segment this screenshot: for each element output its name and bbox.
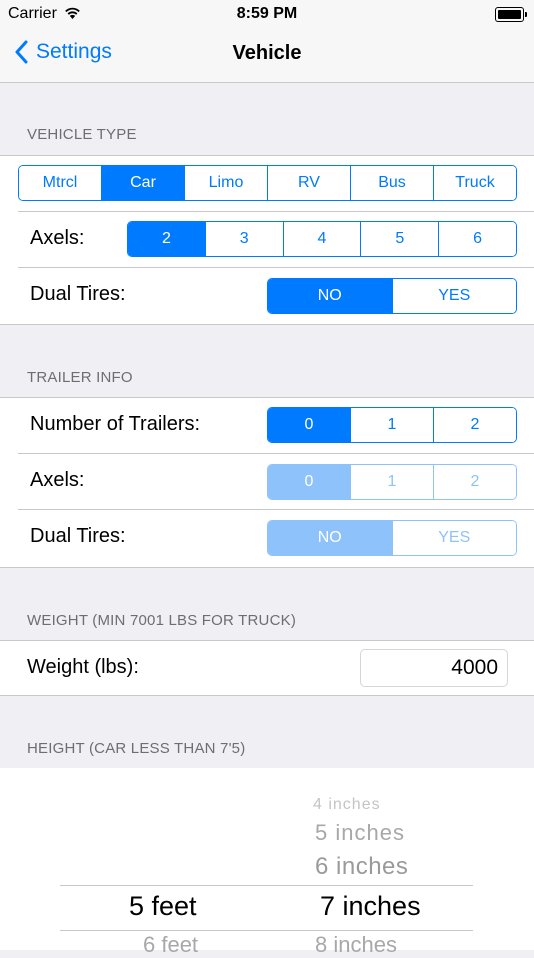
- trailer-dual-tires-label: Dual Tires:: [30, 525, 126, 547]
- trailers-segmented-control[interactable]: 012: [267, 407, 517, 443]
- trailer-dual-tires-segmented-control[interactable]: NO YES: [267, 520, 517, 556]
- trailer-dual-tires-option-no[interactable]: NO: [268, 521, 392, 555]
- vehicle-type-segmented-control[interactable]: Mtrcl Car Limo RV Bus Truck: [18, 165, 517, 201]
- trailer-axles-option-2[interactable]: 2: [433, 465, 516, 499]
- trailer-axles-segmented-control[interactable]: 012: [267, 464, 517, 500]
- axles-label: Axels:: [30, 227, 85, 249]
- trailer-axles-row: Axels: 012: [0, 454, 534, 510]
- section-header-vehicle-type: VEHICLE TYPE: [27, 126, 137, 143]
- weight-group: Weight (lbs):: [0, 640, 534, 696]
- height-picker[interactable]: 4 inches 5 inches 6 inches 5 feet 7 inch…: [0, 768, 534, 957]
- trailer-axles-label: Axels:: [30, 469, 85, 491]
- weight-input[interactable]: [360, 649, 508, 687]
- axles-option-5[interactable]: 5: [360, 222, 439, 256]
- page-title: Vehicle: [232, 42, 302, 64]
- navigation-bar: Settings Vehicle: [0, 28, 534, 83]
- inches-option-below[interactable]: 8 inches: [315, 932, 397, 958]
- trailer-axles-option-1[interactable]: 1: [350, 465, 433, 499]
- trailers-row: Number of Trailers: 012: [0, 398, 534, 454]
- trailers-option-1[interactable]: 1: [350, 408, 433, 442]
- vehicle-type-option-truck[interactable]: Truck: [433, 166, 516, 200]
- picker-selection-top-line: [60, 885, 473, 886]
- vehicle-type-option-mtrcl[interactable]: Mtrcl: [19, 166, 101, 200]
- trailers-option-0[interactable]: 0: [268, 408, 350, 442]
- vehicle-type-group: Mtrcl Car Limo RV Bus Truck Axels: 23456 Dual…: [0, 155, 534, 325]
- picker-selection-bottom-line: [60, 930, 473, 931]
- vehicle-type-option-rv[interactable]: RV: [267, 166, 350, 200]
- feet-option-below[interactable]: 6 feet: [143, 932, 198, 958]
- inches-option-above-2[interactable]: 5 inches: [315, 820, 405, 846]
- axles-option-2[interactable]: 2: [128, 222, 205, 256]
- axles-option-3[interactable]: 3: [204, 222, 283, 256]
- section-header-weight: WEIGHT (MIN 7001 LBS FOR TRUCK): [27, 612, 297, 629]
- dual-tires-row: Dual Tires: NO YES: [0, 268, 534, 324]
- status-bar: Carrier 8:59 PM: [0, 0, 534, 28]
- axles-option-6[interactable]: 6: [438, 222, 516, 256]
- inches-option-far[interactable]: 4 inches: [313, 796, 381, 814]
- vehicle-type-row: Mtrcl Car Limo RV Bus Truck: [0, 156, 534, 212]
- trailer-dual-tires-option-yes[interactable]: YES: [391, 521, 516, 555]
- vehicle-type-option-bus[interactable]: Bus: [350, 166, 433, 200]
- trailers-label: Number of Trailers:: [30, 413, 201, 435]
- inches-option-selected[interactable]: 7 inches: [320, 891, 421, 922]
- clock: 8:59 PM: [236, 5, 298, 22]
- trailer-info-group: Number of Trailers: 012 Axels: 012 Dual …: [0, 397, 534, 568]
- vehicle-type-option-car[interactable]: Car: [101, 166, 184, 200]
- dual-tires-option-no[interactable]: NO: [268, 279, 392, 313]
- axles-row: Axels: 23456: [0, 212, 534, 268]
- section-header-height: HEIGHT (CAR LESS THAN 7'5): [27, 740, 246, 757]
- axles-segmented-control[interactable]: 23456: [127, 221, 517, 257]
- axles-option-4[interactable]: 4: [282, 222, 361, 256]
- trailer-dual-tires-row: Dual Tires: NO YES: [0, 510, 534, 566]
- feet-option-selected[interactable]: 5 feet: [129, 891, 197, 922]
- weight-label: Weight (lbs):: [27, 656, 139, 678]
- trailers-option-2[interactable]: 2: [433, 408, 516, 442]
- dual-tires-label: Dual Tires:: [30, 283, 126, 305]
- dual-tires-segmented-control[interactable]: NO YES: [267, 278, 517, 314]
- trailer-axles-option-0[interactable]: 0: [268, 465, 350, 499]
- vehicle-type-option-limo[interactable]: Limo: [184, 166, 267, 200]
- section-header-trailer-info: TRAILER INFO: [27, 369, 133, 386]
- battery-icon: [495, 7, 527, 22]
- inches-option-above-1[interactable]: 6 inches: [315, 853, 408, 881]
- dual-tires-option-yes[interactable]: YES: [391, 279, 516, 313]
